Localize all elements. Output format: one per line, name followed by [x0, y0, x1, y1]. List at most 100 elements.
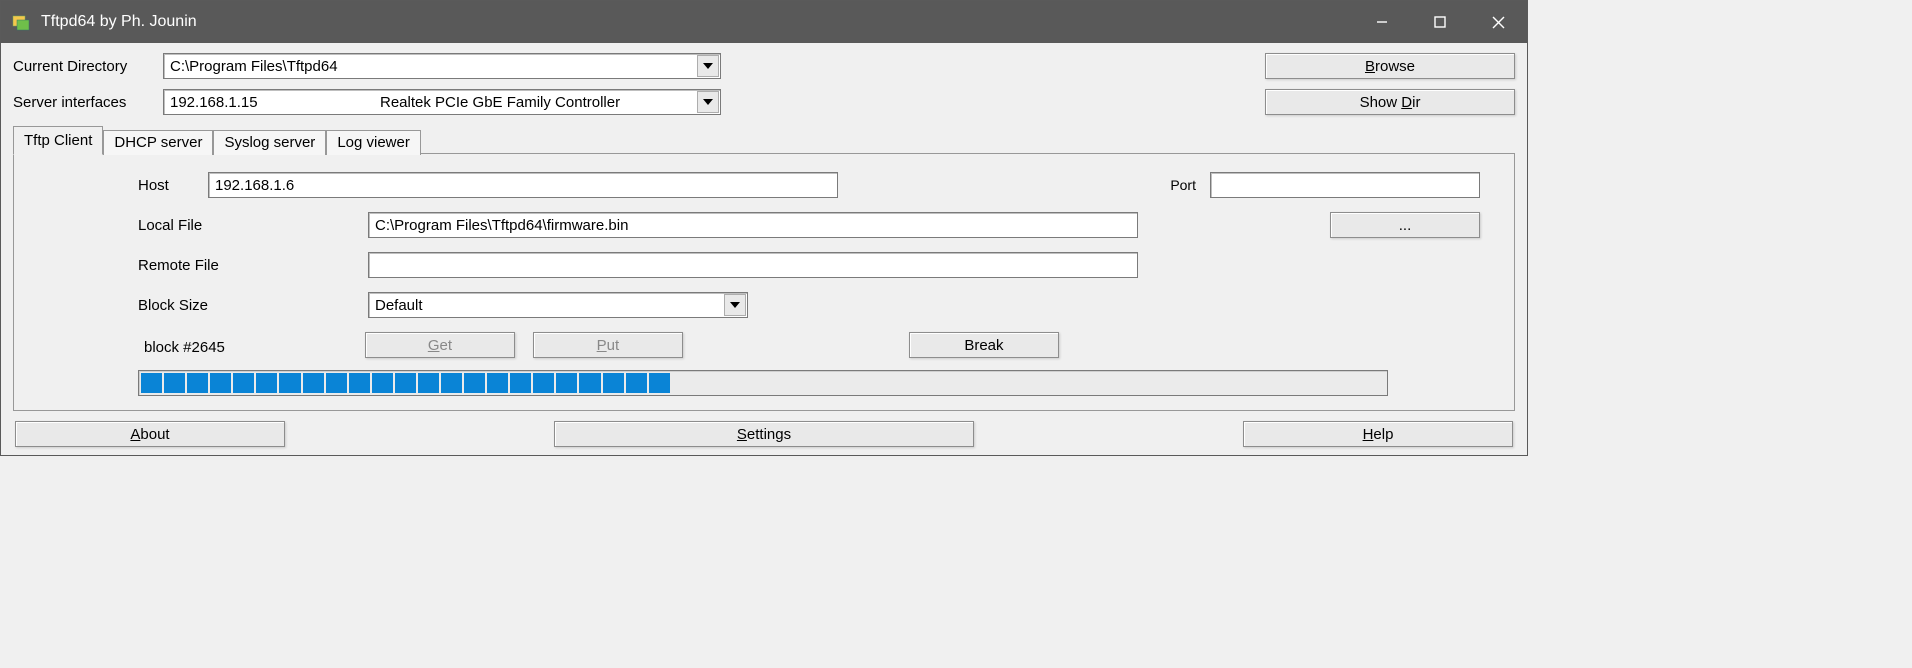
- progress-segment: [1272, 373, 1293, 393]
- progress-segment: [579, 373, 600, 393]
- progress-segment: [995, 373, 1016, 393]
- local-file-row: Local File C:\Program Files\Tftpd64\firm…: [28, 212, 1500, 238]
- port-input[interactable]: [1210, 172, 1480, 198]
- put-button[interactable]: Put: [533, 332, 683, 358]
- progress-segment: [303, 373, 324, 393]
- remote-file-input[interactable]: [368, 252, 1138, 278]
- block-size-label: Block Size: [28, 297, 368, 314]
- progress-segment: [764, 373, 785, 393]
- server-interface-ip: 192.168.1.15: [170, 94, 380, 111]
- server-interfaces-combo[interactable]: 192.168.1.15 Realtek PCIe GbE Family Con…: [163, 89, 721, 115]
- show-dir-button[interactable]: Show Dir: [1265, 89, 1515, 115]
- progress-segment: [349, 373, 370, 393]
- progress-segment: [164, 373, 185, 393]
- close-button[interactable]: [1469, 1, 1527, 43]
- progress-segment: [1133, 373, 1154, 393]
- break-button[interactable]: Break: [909, 332, 1059, 358]
- block-size-dropdown[interactable]: Default: [368, 292, 748, 318]
- progress-segment: [1041, 373, 1062, 393]
- tab-dhcp-server[interactable]: DHCP server: [103, 130, 213, 155]
- transfer-progress-bar: [138, 370, 1388, 396]
- tab-syslog-server[interactable]: Syslog server: [213, 130, 326, 155]
- current-directory-row: Current Directory C:\Program Files\Tftpd…: [13, 53, 1515, 79]
- block-size-row: Block Size Default: [28, 292, 1500, 318]
- server-interface-adapter: Realtek PCIe GbE Family Controller: [380, 94, 620, 111]
- footer: About Settings Help: [13, 417, 1515, 447]
- progress-segment: [1226, 373, 1247, 393]
- progress-segment: [626, 373, 647, 393]
- progress-segment: [279, 373, 300, 393]
- dropdown-arrow-icon[interactable]: [724, 294, 746, 316]
- progress-segment: [533, 373, 554, 393]
- progress-segment: [972, 373, 993, 393]
- progress-segment: [1341, 373, 1362, 393]
- progress-segment: [1203, 373, 1224, 393]
- server-interfaces-row: Server interfaces 192.168.1.15 Realtek P…: [13, 89, 1515, 115]
- tabstrip: Tftp Client DHCP server Syslog server Lo…: [13, 125, 1515, 153]
- progress-segment: [418, 373, 439, 393]
- dropdown-arrow-icon[interactable]: [697, 91, 719, 113]
- server-interfaces-label: Server interfaces: [13, 94, 163, 111]
- progress-segment: [926, 373, 947, 393]
- tab-tftp-client[interactable]: Tftp Client: [13, 126, 103, 155]
- progress-segment: [672, 373, 693, 393]
- remote-file-label: Remote File: [28, 257, 368, 274]
- progress-segment: [1087, 373, 1108, 393]
- progress-segment: [556, 373, 577, 393]
- progress-segment: [1180, 373, 1201, 393]
- progress-segment: [441, 373, 462, 393]
- progress-segment: [210, 373, 231, 393]
- progress-segment: [464, 373, 485, 393]
- host-label: Host: [28, 177, 208, 194]
- progress-segment: [787, 373, 808, 393]
- tabs: Tftp Client DHCP server Syslog server Lo…: [13, 125, 1515, 411]
- progress-segment: [141, 373, 162, 393]
- window-title: Tftpd64 by Ph. Jounin: [41, 13, 197, 31]
- progress-segment: [326, 373, 347, 393]
- client-area: Current Directory C:\Program Files\Tftpd…: [1, 43, 1527, 451]
- progress-segment: [1364, 373, 1385, 393]
- help-button[interactable]: Help: [1243, 421, 1513, 447]
- progress-segment: [395, 373, 416, 393]
- progress-segment: [810, 373, 831, 393]
- progress-segment: [1110, 373, 1131, 393]
- progress-segment: [510, 373, 531, 393]
- window-controls: [1353, 1, 1527, 43]
- progress-segment: [741, 373, 762, 393]
- progress-segment: [603, 373, 624, 393]
- titlebar: Tftpd64 by Ph. Jounin: [1, 1, 1527, 43]
- tab-panel-tftp-client: Host 192.168.1.6 Port Local File C:\Prog…: [13, 153, 1515, 411]
- transfer-status-text: block #2645: [144, 339, 225, 356]
- progress-segment: [1249, 373, 1270, 393]
- about-button[interactable]: About: [15, 421, 285, 447]
- remote-file-row: Remote File: [28, 252, 1500, 278]
- current-directory-value: C:\Program Files\Tftpd64: [170, 58, 338, 75]
- progress-segment: [1156, 373, 1177, 393]
- progress-segment: [856, 373, 877, 393]
- local-file-browse-button[interactable]: ...: [1330, 212, 1480, 238]
- settings-button[interactable]: Settings: [554, 421, 974, 447]
- progress-segment: [649, 373, 670, 393]
- get-button[interactable]: Get: [365, 332, 515, 358]
- progress-segment: [695, 373, 716, 393]
- progress-segment: [1064, 373, 1085, 393]
- app-window: Tftpd64 by Ph. Jounin Current Directory …: [0, 0, 1528, 456]
- progress-segment: [256, 373, 277, 393]
- progress-segment: [1295, 373, 1316, 393]
- progress-segment: [372, 373, 393, 393]
- maximize-button[interactable]: [1411, 1, 1469, 43]
- progress-segment: [187, 373, 208, 393]
- local-file-input[interactable]: C:\Program Files\Tftpd64\firmware.bin: [368, 212, 1138, 238]
- port-label: Port: [1146, 177, 1196, 193]
- current-directory-combo[interactable]: C:\Program Files\Tftpd64: [163, 53, 721, 79]
- dropdown-arrow-icon[interactable]: [697, 55, 719, 77]
- tab-log-viewer[interactable]: Log viewer: [326, 130, 421, 155]
- host-input[interactable]: 192.168.1.6: [208, 172, 838, 198]
- progress-segment: [233, 373, 254, 393]
- progress-segment: [880, 373, 901, 393]
- minimize-button[interactable]: [1353, 1, 1411, 43]
- progress-segment: [487, 373, 508, 393]
- browse-button[interactable]: Browse: [1265, 53, 1515, 79]
- progress-segment: [903, 373, 924, 393]
- progress-segment: [949, 373, 970, 393]
